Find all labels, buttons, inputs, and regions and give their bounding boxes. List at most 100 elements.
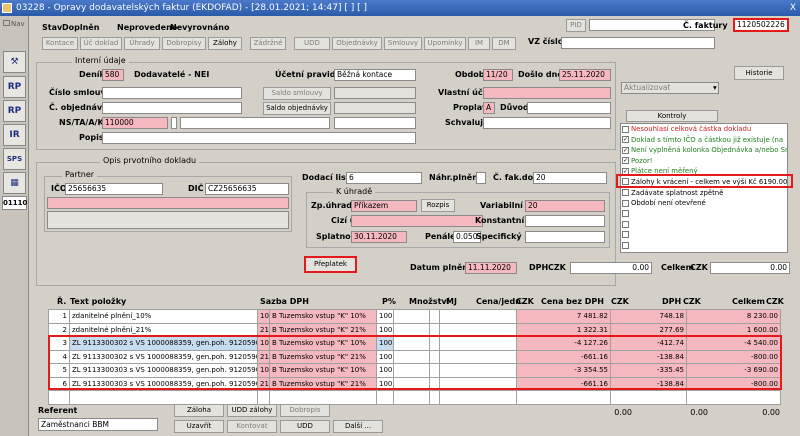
row-dph[interactable]: [610, 390, 687, 405]
checkbox[interactable]: [622, 199, 629, 207]
checkbox[interactable]: ✓: [622, 157, 629, 165]
rozpis-button[interactable]: Rozpis: [421, 199, 455, 212]
sps-icon[interactable]: SPS: [3, 148, 26, 170]
denik-code-field[interactable]: 580: [102, 69, 124, 81]
popis-field[interactable]: [102, 132, 416, 144]
checkbox[interactable]: [622, 231, 629, 239]
im-button[interactable]: IM: [468, 37, 490, 50]
aktualizovat-select[interactable]: Aktualizovat: [621, 82, 719, 94]
checkbox[interactable]: [622, 210, 629, 218]
calculator-icon[interactable]: ▦: [3, 172, 26, 194]
obdobi-field[interactable]: 11/20: [483, 69, 513, 81]
table-row[interactable]: [48, 390, 781, 405]
checkbox[interactable]: [622, 242, 629, 250]
checkbox[interactable]: [622, 189, 629, 197]
check-item-3[interactable]: ✓ Není vyplněná kolonka Objednávka a/nebo…: [621, 145, 787, 156]
referent-field[interactable]: Zaměstnanci BBM: [38, 418, 158, 431]
objednavky-button[interactable]: Objednávky: [332, 37, 382, 50]
uc-doklad-button[interactable]: Úč doklad: [80, 37, 122, 50]
check-item-12[interactable]: [621, 241, 787, 252]
historie-button[interactable]: Historie: [734, 66, 784, 80]
proplatit-field[interactable]: A: [483, 102, 495, 114]
row-sazba-code[interactable]: [257, 390, 270, 405]
dm-button[interactable]: DM: [492, 37, 516, 50]
schvaluje-field[interactable]: [483, 117, 611, 129]
row-text[interactable]: [69, 390, 258, 405]
c-objednavky-field[interactable]: [102, 102, 242, 114]
smlouvy-button[interactable]: Smlouvy: [384, 37, 422, 50]
nav-label[interactable]: Nav: [3, 20, 25, 28]
check-item-9[interactable]: [621, 209, 787, 220]
dic-field[interactable]: CZ25656635: [205, 183, 289, 195]
checkbox[interactable]: ✓: [622, 136, 629, 144]
dobropisy-button[interactable]: Dobropisy: [162, 37, 206, 50]
nahr-plneni-field[interactable]: [476, 172, 486, 184]
a-field[interactable]: [180, 117, 330, 129]
dalsi-button[interactable]: Další ...: [333, 420, 383, 433]
check-item-8[interactable]: Období není otevřené: [621, 198, 787, 209]
check-item-7[interactable]: Zadávate splatnost zpětně: [621, 188, 787, 199]
check-item-4[interactable]: ✓ Pozor!: [621, 156, 787, 167]
udd-button[interactable]: UDD: [294, 37, 330, 50]
variabilni-field[interactable]: 20: [525, 200, 605, 212]
uhrady-button[interactable]: Úhrady: [124, 37, 160, 50]
splatnost-field[interactable]: 30.11.2020: [351, 231, 407, 243]
row-cena[interactable]: [439, 309, 517, 324]
row-mnozstvi[interactable]: [393, 390, 430, 405]
saldo-smlouvy-button[interactable]: Saldo smlouvy: [263, 87, 331, 100]
ta-field[interactable]: [171, 117, 177, 129]
partner-name-field[interactable]: [47, 197, 289, 209]
check-item-2[interactable]: ✓ Doklad s tímto IČO a částkou již existu…: [621, 135, 787, 146]
row-text[interactable]: zdanitelné plnění_10%: [69, 309, 258, 324]
dobropis-button[interactable]: Dobropis: [280, 404, 330, 417]
row-bez-dph[interactable]: [516, 390, 611, 405]
vlastni-ucet-field[interactable]: [483, 87, 611, 99]
checkbox[interactable]: [622, 220, 629, 228]
kontovat-button[interactable]: Kontovat: [227, 420, 277, 433]
row-mj[interactable]: [429, 309, 440, 324]
uzavrit-button[interactable]: Uzavřít: [174, 420, 224, 433]
kontroly-button[interactable]: Kontroly: [626, 110, 718, 122]
nstaakp-field[interactable]: 110000: [102, 117, 168, 129]
ucetni-pravidlo-field[interactable]: Běžná kontace: [334, 69, 416, 81]
preplatek-button[interactable]: Přeplatek: [304, 256, 357, 273]
zaloha-button[interactable]: Záloha: [174, 404, 224, 417]
zadrzne-button[interactable]: Zádržné: [250, 37, 286, 50]
cislo-faktury-field[interactable]: 1120502226: [733, 18, 789, 32]
row-mnozstvi[interactable]: [393, 309, 430, 324]
row-p[interactable]: [376, 390, 394, 405]
row-sazba-desc[interactable]: [269, 390, 377, 405]
check-item-10[interactable]: [621, 219, 787, 230]
rp-button-1[interactable]: RP: [3, 76, 26, 98]
dodaci-list-field[interactable]: 6: [346, 172, 422, 184]
table-row[interactable]: 1 zdanitelné plnění_10% 10 B Tuzemsko vstup…: [48, 309, 781, 324]
row-dph[interactable]: 748.18: [610, 309, 687, 324]
doslo-dne-field[interactable]: 25.11.2020: [559, 69, 611, 81]
cislo-smlouvy-field[interactable]: [102, 87, 242, 99]
duvod-field[interactable]: [527, 102, 611, 114]
zp-uhrady-field[interactable]: Příkazem: [351, 200, 417, 212]
saldo-objednavky-button[interactable]: Saldo objednávky: [263, 102, 331, 115]
kp-field[interactable]: [334, 117, 416, 129]
c-fak-dod-field[interactable]: 20: [533, 172, 607, 184]
udd-bottom-button[interactable]: UDD: [280, 420, 330, 433]
rp-button-2[interactable]: RP: [3, 100, 26, 122]
celkem-total-field[interactable]: 0.00: [710, 262, 790, 274]
udd-zalohy-button[interactable]: UDD zálohy: [227, 404, 277, 417]
tools-icon[interactable]: ⚒: [3, 51, 26, 73]
upominky-button[interactable]: Upomínky: [424, 37, 466, 50]
row-cena[interactable]: [439, 390, 517, 405]
row-celkem[interactable]: 8 230.00: [686, 309, 781, 324]
check-item-1[interactable]: Nesouhlasí celková částka dokladu: [621, 124, 787, 135]
vz-cislo-field[interactable]: [561, 37, 715, 49]
ir-button[interactable]: IR: [3, 124, 26, 146]
konstantni-field[interactable]: [525, 215, 605, 227]
row-number[interactable]: [48, 390, 70, 405]
close-button[interactable]: X: [790, 0, 796, 16]
specificky-field[interactable]: [525, 231, 605, 243]
row-bez-dph[interactable]: 7 481.82: [516, 309, 611, 324]
row-number[interactable]: 1: [48, 309, 70, 324]
dph-total-field[interactable]: 0.00: [570, 262, 652, 274]
ico-field[interactable]: 25656635: [65, 183, 163, 195]
row-sazba-desc[interactable]: B Tuzemsko vstup "K" 10%: [269, 309, 377, 324]
